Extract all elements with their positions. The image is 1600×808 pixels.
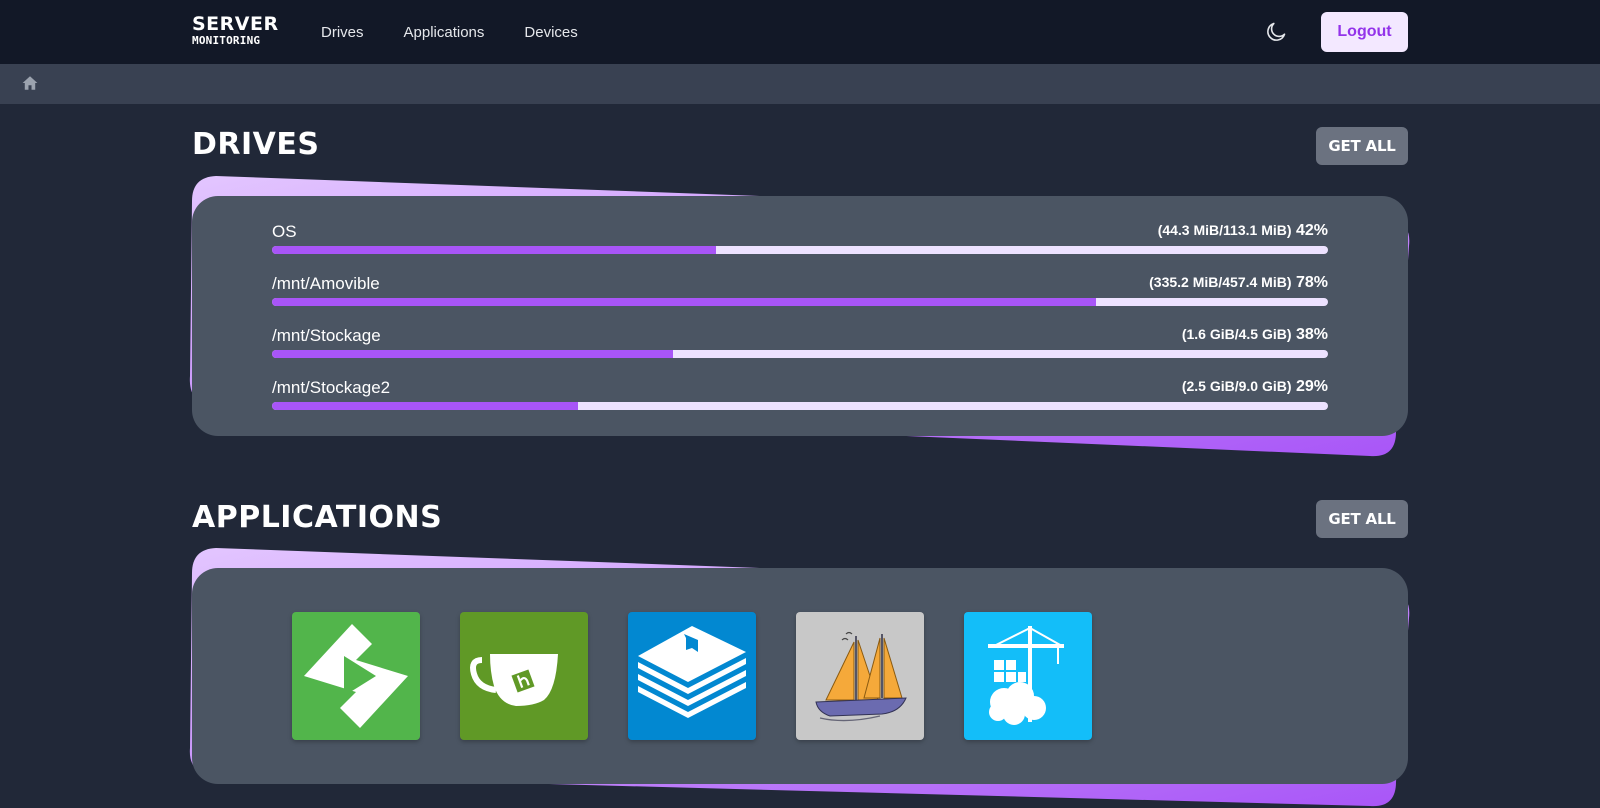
applications-card bbox=[189, 548, 1412, 807]
breadcrumb bbox=[0, 64, 1600, 104]
drive-stats: (44.3 MiB/113.1 MiB) 42% bbox=[1158, 222, 1328, 240]
drive-size: (44.3 MiB/113.1 MiB) bbox=[1157, 222, 1292, 238]
app-tile-sailboat[interactable] bbox=[796, 612, 924, 740]
drive-percent: 29% bbox=[1295, 378, 1328, 395]
drive-percent: 78% bbox=[1295, 274, 1328, 291]
applications-title: APPLICATIONS bbox=[192, 500, 443, 535]
app-tile-gitea[interactable] bbox=[460, 612, 588, 740]
drive-name: OS bbox=[272, 222, 297, 241]
drive-size: (2.5 GiB/9.0 GiB) bbox=[1181, 378, 1292, 394]
portainer-icon bbox=[964, 612, 1092, 740]
drive-percent: 42% bbox=[1295, 222, 1328, 239]
logout-button[interactable]: Logout bbox=[1321, 12, 1408, 52]
drive-usage-fill bbox=[272, 402, 579, 410]
nav-link-devices[interactable]: Devices bbox=[524, 24, 577, 41]
drive-stats: (335.2 MiB/457.4 MiB) 78% bbox=[1149, 274, 1328, 292]
app-tile-emby[interactable] bbox=[292, 612, 420, 740]
drive-usage-bar bbox=[272, 350, 1328, 358]
drive-usage-fill bbox=[272, 246, 716, 254]
drive-size: (335.2 MiB/457.4 MiB) bbox=[1149, 274, 1292, 290]
bookstack-icon bbox=[628, 612, 756, 740]
drive-name: /mnt/Amovible bbox=[272, 274, 380, 293]
nav-links: Drives Applications Devices bbox=[321, 0, 578, 64]
navbar: SERVER MONITORING Drives Applications De… bbox=[0, 0, 1600, 64]
emby-icon bbox=[292, 612, 420, 740]
drive-usage-bar bbox=[272, 246, 1328, 254]
applications-list bbox=[192, 568, 1408, 784]
drives-title: DRIVES bbox=[192, 127, 320, 162]
drives-get-all-button[interactable]: GET ALL bbox=[1316, 127, 1408, 165]
drive-usage-fill bbox=[272, 298, 1096, 306]
logo-line2: MONITORING bbox=[192, 34, 261, 47]
moon-icon[interactable] bbox=[1264, 20, 1288, 44]
nav-link-drives[interactable]: Drives bbox=[321, 24, 364, 41]
gitea-icon bbox=[460, 612, 588, 740]
drive-size: (1.6 GiB/4.5 GiB) bbox=[1181, 326, 1292, 342]
drives-list: OS (44.3 MiB/113.1 MiB) 42% /mnt/Amovibl… bbox=[192, 196, 1408, 436]
drive-name: /mnt/Stockage bbox=[272, 326, 381, 345]
drive-percent: 38% bbox=[1295, 326, 1328, 343]
drive-name: /mnt/Stockage2 bbox=[272, 378, 391, 397]
drive-stats: (1.6 GiB/4.5 GiB) 38% bbox=[1182, 326, 1328, 344]
app-tile-portainer[interactable] bbox=[964, 612, 1092, 740]
drives-card: OS (44.3 MiB/113.1 MiB) 42% /mnt/Amovibl… bbox=[189, 176, 1412, 457]
drive-usage-bar bbox=[272, 298, 1328, 306]
drive-stats: (2.5 GiB/9.0 GiB) 29% bbox=[1182, 378, 1328, 396]
sailboat-icon bbox=[796, 612, 924, 740]
drive-usage-bar bbox=[272, 402, 1328, 410]
drive-usage-fill bbox=[272, 350, 674, 358]
logo-line1: SERVER bbox=[192, 13, 279, 35]
home-icon[interactable] bbox=[21, 74, 39, 92]
logo[interactable]: SERVER MONITORING bbox=[192, 13, 282, 47]
nav-link-applications[interactable]: Applications bbox=[404, 24, 485, 41]
app-tile-bookstack[interactable] bbox=[628, 612, 756, 740]
applications-get-all-button[interactable]: GET ALL bbox=[1316, 500, 1408, 538]
